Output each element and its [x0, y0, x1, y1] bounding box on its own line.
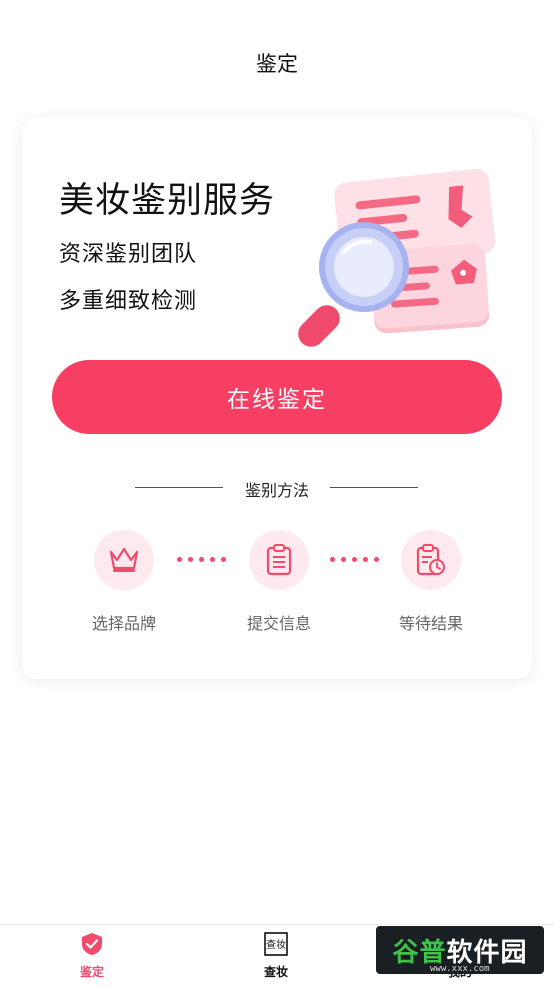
- step-submit-info-circle: [249, 530, 309, 590]
- watermark-white-text: 软件园: [446, 937, 528, 968]
- hero-title: 美妆鉴别服务: [59, 181, 276, 221]
- method-title: 鉴别方法: [244, 481, 309, 500]
- online-appraisal-button[interactable]: 在线鉴定: [52, 360, 502, 434]
- tab-label-check-makeup: 查妆: [263, 965, 288, 979]
- appraisal-card: 美妆鉴别服务 资深鉴别团队 多重细致检测 在线鉴定 鉴别方法 选择品牌 提交信息…: [22, 117, 532, 679]
- clipboard-list-icon: [266, 544, 292, 576]
- magnifier-document-illustration: [298, 169, 496, 347]
- tab-label-appraisal: 鉴定: [79, 965, 104, 979]
- crown-icon: [109, 547, 139, 572]
- watermark-url: www.xxx.com: [430, 964, 490, 974]
- method-divider: 鉴别方法: [22, 475, 532, 501]
- hero-subtitle-team: 资深鉴别团队: [59, 242, 198, 267]
- step-connector-2: [330, 557, 379, 562]
- watermark-green-text: 谷普: [392, 937, 447, 968]
- step-label-wait-result: 等待结果: [398, 614, 463, 633]
- tab-check-makeup[interactable]: 查妆 查妆: [216, 925, 336, 987]
- step-wait-result-circle: [401, 530, 461, 590]
- top-bar: 鉴定: [0, 0, 554, 120]
- step-label-submit-info: 提交信息: [246, 614, 311, 633]
- stamp-text: 查妆: [266, 938, 286, 951]
- clipboard-clock-icon: [416, 544, 445, 576]
- step-label-select-brand: 选择品牌: [91, 614, 156, 633]
- shield-check-icon: [82, 933, 102, 955]
- hero-subtitle-inspection: 多重细致检测: [59, 289, 198, 314]
- stamp-icon: 查妆: [264, 932, 288, 956]
- tab-appraisal[interactable]: 鉴定: [32, 925, 152, 987]
- step-select-brand-circle: [94, 530, 154, 590]
- step-connector-1: [177, 557, 226, 562]
- divider-line-right: [330, 487, 418, 488]
- page-title: 鉴定: [256, 52, 298, 76]
